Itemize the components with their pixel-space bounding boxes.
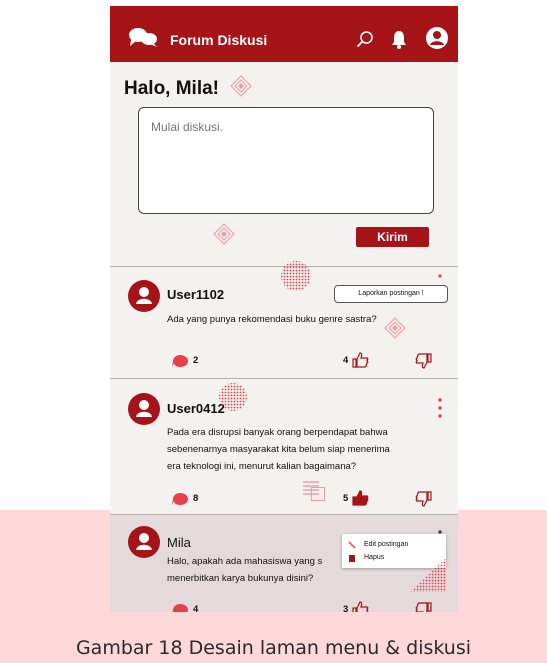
delete-post-label: Hapus	[364, 554, 385, 561]
greeting-heading: Halo, Mila!	[124, 78, 220, 99]
post-username[interactable]: User1102	[167, 287, 224, 302]
diamond-decoration	[213, 223, 235, 245]
diamond-decoration	[230, 75, 252, 97]
edit-post-label: Edit postingan	[364, 541, 409, 548]
comment-icon[interactable]	[172, 604, 192, 612]
thumbs-down-icon[interactable]	[415, 491, 432, 507]
dot-pattern-decoration	[281, 261, 311, 291]
thumbs-up-icon[interactable]	[352, 601, 369, 612]
post-text-line: menerbitkan karya bukunya disini?	[167, 573, 314, 584]
app-bar: Forum Diskusi	[110, 6, 458, 62]
page: Forum Diskusi Halo, Mila! Mulai diskusi.…	[0, 0, 547, 663]
dot-pattern-decoration	[410, 558, 446, 592]
post-text-line: Pada era disrupsi banyak orang berpendap…	[167, 427, 388, 438]
figure-caption: Gambar 18 Desain laman menu & diskusi	[75, 637, 472, 659]
post-card: Mila Halo, apakah ada mahasiswa yang s m…	[110, 514, 458, 612]
discussion-input[interactable]	[138, 107, 434, 214]
post-text-line: era teknologi ini, menurut kalian bagaim…	[167, 461, 357, 472]
trash-icon	[349, 555, 355, 562]
square-decoration	[311, 487, 325, 501]
user-avatar-icon[interactable]	[128, 280, 160, 312]
more-options-icon[interactable]	[438, 273, 442, 279]
like-count: 5	[343, 493, 349, 504]
pencil-icon	[348, 541, 356, 549]
thumbs-up-icon[interactable]	[352, 352, 369, 368]
post-text: Pada era disrupsi banyak orang berpendap…	[167, 424, 437, 475]
thumbs-down-icon[interactable]	[415, 353, 432, 369]
more-options-icon[interactable]	[438, 397, 442, 419]
dot-pattern-decoration	[219, 383, 247, 411]
phone-screen: Forum Diskusi Halo, Mila! Mulai diskusi.…	[110, 6, 458, 612]
search-icon[interactable]	[356, 30, 374, 48]
like-count: 3	[343, 604, 349, 612]
post-text-line: sebenenarnya masyarakat kita belum siap …	[167, 444, 390, 455]
app-title: Forum Diskusi	[170, 32, 268, 48]
thumbs-up-icon[interactable]	[352, 490, 369, 506]
user-avatar-icon[interactable]	[128, 393, 160, 425]
thumbs-down-icon[interactable]	[415, 602, 432, 612]
user-avatar-icon[interactable]	[128, 526, 160, 558]
diamond-decoration	[384, 317, 406, 339]
post-username[interactable]: Mila	[167, 535, 191, 550]
profile-icon[interactable]	[426, 27, 448, 49]
comment-count: 2	[193, 355, 199, 366]
post-username[interactable]: User0412	[167, 401, 225, 416]
like-count: 4	[343, 355, 349, 366]
post-card: User0412 Pada era disrupsi banyak orang …	[110, 378, 458, 514]
send-button[interactable]: Kirim	[356, 227, 429, 247]
comment-icon[interactable]	[172, 493, 192, 505]
comment-icon[interactable]	[172, 355, 192, 367]
chat-bubbles-icon	[129, 28, 157, 47]
comment-count: 4	[193, 604, 199, 612]
comment-count: 8	[193, 493, 199, 504]
bell-icon[interactable]	[390, 29, 408, 49]
report-post-button[interactable]: Laporkan postingan !	[334, 285, 448, 303]
